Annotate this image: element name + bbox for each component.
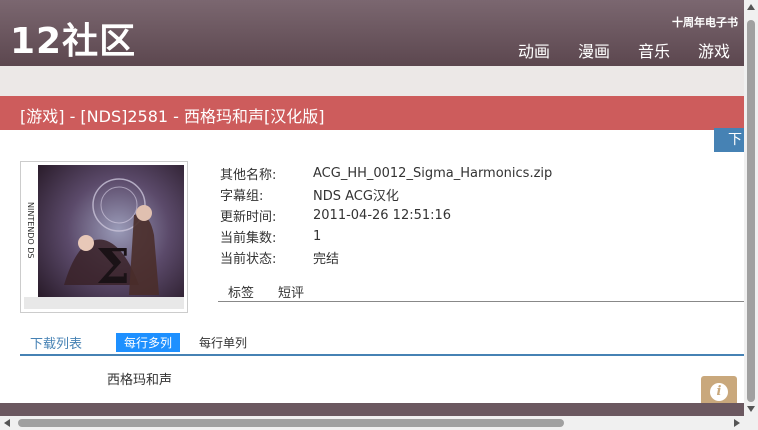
download-list-header: 下载列表 每行多列 每行单列 bbox=[20, 333, 744, 356]
info-row-alias: 其他名称: ACG_HH_0012_Sigma_Harmonics.zip bbox=[220, 163, 552, 184]
info-label: 其他名称: bbox=[220, 168, 277, 183]
nav-music[interactable]: 音乐 bbox=[638, 38, 670, 62]
info-panel: 其他名称: ACG_HH_0012_Sigma_Harmonics.zip 字幕… bbox=[220, 163, 552, 268]
vertical-scroll-thumb[interactable] bbox=[747, 20, 755, 402]
download-list-title: 下载列表 bbox=[30, 337, 83, 352]
scroll-right-icon[interactable] bbox=[734, 419, 740, 427]
horizontal-scrollbar[interactable] bbox=[0, 416, 758, 430]
nav-game[interactable]: 游戏 bbox=[698, 38, 730, 62]
info-label: 字幕组: bbox=[220, 189, 264, 204]
scroll-left-icon[interactable] bbox=[4, 419, 10, 427]
info-value: ACG_HH_0012_Sigma_Harmonics.zip bbox=[313, 166, 553, 181]
info-row-episodes: 当前集数: 1 bbox=[220, 226, 552, 247]
cover-image: Σ NINTENDO DS bbox=[20, 161, 188, 313]
tab-comments[interactable]: 短评 bbox=[278, 282, 304, 301]
page-title: [游戏] - [NDS]2581 - 西格玛和声[汉化版] bbox=[20, 107, 325, 126]
info-label: 更新时间: bbox=[220, 210, 277, 225]
info-value: 1 bbox=[313, 229, 322, 244]
tagline-link[interactable]: 十周年电子书 bbox=[672, 14, 738, 30]
header-band bbox=[0, 66, 744, 96]
main-nav: 动画 漫画 音乐 游戏 bbox=[518, 38, 730, 62]
download-item-link[interactable]: 西格玛和声 bbox=[107, 369, 172, 388]
nav-comic[interactable]: 漫画 bbox=[578, 38, 610, 62]
info-value: 2011-04-26 12:51:16 bbox=[313, 208, 452, 223]
info-icon: i bbox=[710, 383, 728, 401]
game-cover-art: Σ bbox=[24, 165, 184, 309]
info-value: 完结 bbox=[313, 252, 340, 267]
download-button[interactable]: 下 bbox=[714, 128, 744, 152]
view-multi-column-button[interactable]: 每行多列 bbox=[116, 333, 181, 352]
info-value[interactable]: NDS ACG汉化 bbox=[313, 185, 399, 204]
vertical-scrollbar[interactable] bbox=[744, 0, 758, 416]
info-label: 当前状态: bbox=[220, 252, 277, 267]
site-logo[interactable]: 12社区 bbox=[10, 12, 136, 64]
view-single-column-button[interactable]: 每行单列 bbox=[199, 334, 247, 351]
horizontal-scroll-thumb[interactable] bbox=[18, 419, 564, 427]
cover-brand-text: NINTENDO DS bbox=[26, 202, 35, 259]
title-bar: [游戏] - [NDS]2581 - 西格玛和声[汉化版] bbox=[0, 96, 744, 130]
nav-anime[interactable]: 动画 bbox=[518, 38, 550, 62]
info-row-updated: 更新时间: 2011-04-26 12:51:16 bbox=[220, 205, 552, 226]
detail-tabs: 标签 短评 bbox=[218, 282, 744, 302]
info-row-subgroup: 字幕组: NDS ACG汉化 bbox=[220, 184, 552, 205]
site-header: 12社区 十周年电子书 动画 漫画 音乐 游戏 bbox=[0, 0, 744, 66]
tab-tags[interactable]: 标签 bbox=[228, 282, 254, 301]
info-row-status: 当前状态: 完结 bbox=[220, 247, 552, 268]
scroll-down-icon[interactable] bbox=[747, 406, 755, 412]
info-label: 当前集数: bbox=[220, 231, 277, 246]
svg-text:Σ: Σ bbox=[96, 239, 130, 295]
scroll-up-icon[interactable] bbox=[747, 4, 755, 10]
